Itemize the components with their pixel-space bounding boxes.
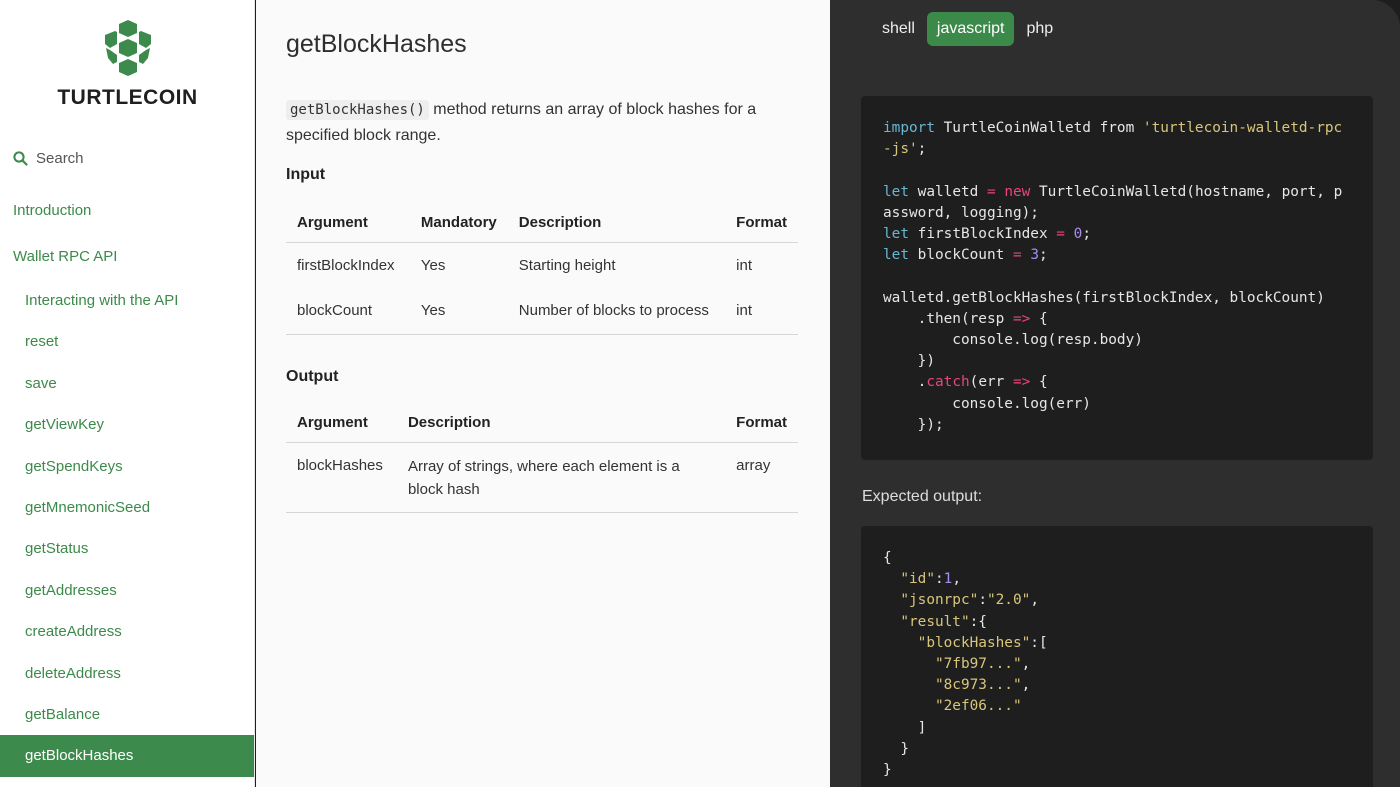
output-table: Argument Description Format blockHashes … [286, 404, 798, 513]
table-cell: int [736, 256, 752, 274]
brand-name: TURTLECOIN [57, 86, 198, 109]
sidebar-item-getmnemonicseed[interactable]: getMnemonicSeed [0, 487, 254, 528]
tab-php[interactable]: php [1016, 12, 1063, 46]
table-cell: Yes [420, 302, 446, 319]
table-cell: Number of blocks to process [518, 302, 709, 319]
table-header-row: Argument Description Format [286, 404, 798, 443]
sidebar-item-introduction[interactable]: Introduction [0, 188, 254, 234]
turtle-shell-icon [104, 20, 151, 76]
table-cell: blockCount [297, 302, 373, 319]
sidebar-item-save[interactable]: save [0, 363, 254, 404]
table-row: firstBlockIndex Yes Starting height int [286, 242, 798, 288]
table-header: Description [507, 204, 726, 243]
code-panel: shell javascript php import TurtleCoinWa… [830, 0, 1400, 787]
table-row: blockCount Yes Number of blocks to proce… [286, 288, 798, 334]
expected-output-code: { "id":1, "jsonrpc":"2.0", "result":{ "b… [861, 526, 1373, 787]
sidebar-item-wallet-rpc-api[interactable]: Wallet RPC API [0, 234, 254, 280]
expected-output-label: Expected output: [862, 488, 983, 505]
table-cell: array [736, 456, 771, 474]
table-header: Description [396, 404, 726, 443]
sidebar-item-createaddress[interactable]: createAddress [0, 611, 254, 652]
table-cell: int [736, 302, 752, 319]
search-button[interactable]: Search [13, 150, 84, 167]
sidebar-item-interacting-with-the-api[interactable]: Interacting with the API [0, 280, 254, 321]
main-content: getBlockHashes getBlockHashes() method r… [256, 0, 830, 787]
sidebar-item-getstatus[interactable]: getStatus [0, 528, 254, 569]
method-code: getBlockHashes() [286, 100, 429, 120]
table-header: Argument [286, 204, 410, 243]
search-label: Search [36, 150, 84, 167]
sidebar-item-getbalance[interactable]: getBalance [0, 694, 254, 735]
sidebar-nav: Introduction Wallet RPC API Interacting … [0, 188, 254, 777]
search-icon [13, 151, 28, 166]
table-row: blockHashes Array of strings, where each… [286, 442, 798, 512]
output-section-title: Output [286, 368, 339, 385]
input-table: Argument Mandatory Description Format fi… [286, 204, 798, 335]
method-description: getBlockHashes() method returns an array… [286, 97, 786, 148]
sidebar-item-getspendkeys[interactable]: getSpendKeys [0, 446, 254, 487]
table-header: Format [725, 404, 798, 443]
language-tabs: shell javascript php [872, 12, 1065, 46]
tab-javascript[interactable]: javascript [926, 12, 1015, 46]
code-sample: import TurtleCoinWalletd from 'turtlecoi… [861, 96, 1373, 460]
sidebar: TURTLECOIN Search Introduction Wallet RP… [0, 0, 255, 787]
sidebar-item-deleteaddress[interactable]: deleteAddress [0, 653, 254, 694]
sidebar-item-getviewkey[interactable]: getViewKey [0, 404, 254, 445]
sidebar-item-getblockhashes[interactable]: getBlockHashes [0, 735, 254, 777]
table-header: Argument [286, 404, 397, 443]
brand-logo[interactable]: TURTLECOIN [0, 18, 254, 110]
table-header: Mandatory [409, 204, 508, 243]
sidebar-item-reset[interactable]: reset [0, 321, 254, 362]
input-section-title: Input [286, 166, 326, 183]
table-cell: Array of strings, where each element is … [407, 457, 680, 498]
tab-shell[interactable]: shell [872, 12, 925, 46]
table-cell: firstBlockIndex [297, 256, 395, 274]
table-header: Format [725, 204, 798, 243]
table-cell: Yes [420, 256, 446, 274]
table-cell: blockHashes [297, 456, 383, 474]
table-cell: Starting height [518, 256, 616, 274]
sidebar-item-getaddresses[interactable]: getAddresses [0, 570, 254, 611]
table-header-row: Argument Mandatory Description Format [286, 204, 798, 243]
page-title: getBlockHashes [286, 30, 467, 58]
